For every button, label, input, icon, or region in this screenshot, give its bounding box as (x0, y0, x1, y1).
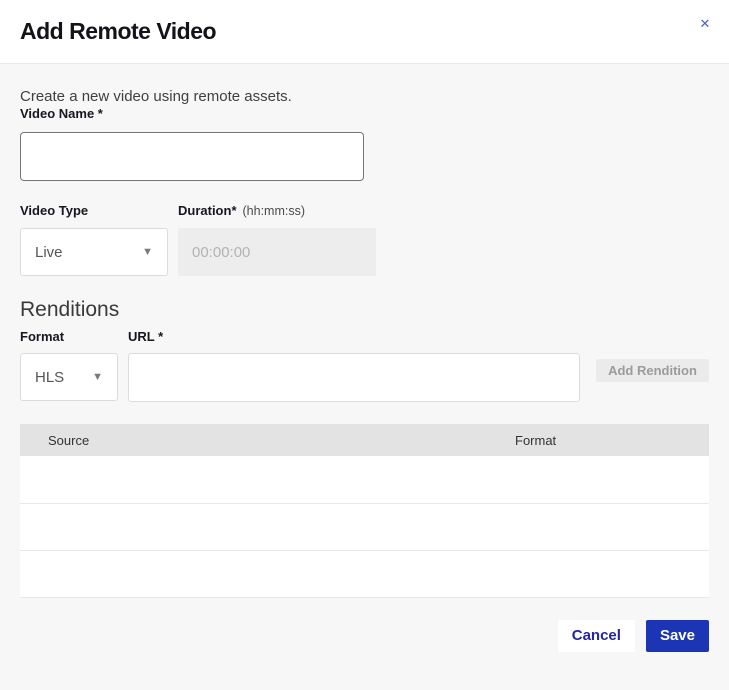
column-header-format: Format (515, 424, 709, 456)
rendition-labels-row: Format URL * (20, 329, 709, 344)
duration-field: Duration*(hh:mm:ss) (178, 203, 376, 276)
table-row (20, 503, 709, 550)
add-rendition-button[interactable]: Add Rendition (596, 359, 709, 382)
duration-hint: (hh:mm:ss) (243, 204, 306, 218)
table-header-row: Source Format (20, 424, 709, 456)
duration-label: Duration*(hh:mm:ss) (178, 203, 376, 219)
video-type-field: Video Type Live ▼ (20, 203, 168, 276)
save-button[interactable]: Save (646, 620, 709, 652)
format-select[interactable]: HLS ▼ (20, 353, 118, 401)
video-name-label: Video Name * (20, 106, 103, 121)
close-button[interactable]: ✕ (696, 14, 714, 32)
cancel-button[interactable]: Cancel (558, 620, 635, 652)
table-row (20, 456, 709, 503)
modal-header: Add Remote Video ✕ (0, 0, 729, 64)
video-type-label: Video Type (20, 203, 168, 219)
duration-input (178, 228, 376, 276)
format-selected-value: HLS (35, 369, 64, 386)
chevron-down-icon: ▼ (92, 371, 103, 383)
chevron-down-icon: ▼ (142, 246, 153, 258)
column-header-source: Source (20, 424, 515, 456)
type-duration-row: Video Type Live ▼ Duration*(hh:mm:ss) (20, 203, 709, 276)
renditions-table: Source Format (20, 424, 709, 598)
close-icon: ✕ (700, 17, 711, 30)
video-name-input[interactable] (20, 132, 364, 181)
modal-body: Create a new video using remote assets. … (0, 64, 729, 690)
add-remote-video-modal: Add Remote Video ✕ Create a new video us… (0, 0, 729, 690)
url-label: URL * (128, 329, 163, 344)
modal-footer: Cancel Save (20, 620, 709, 652)
video-type-select[interactable]: Live ▼ (20, 228, 168, 276)
modal-title: Add Remote Video (20, 18, 216, 45)
rendition-input-row: HLS ▼ Add Rendition (20, 353, 709, 402)
renditions-heading: Renditions (20, 298, 709, 322)
table-row (20, 550, 709, 597)
format-label: Format (20, 329, 128, 344)
modal-description: Create a new video using remote assets. (20, 88, 709, 105)
url-input[interactable] (128, 353, 580, 402)
video-type-selected-value: Live (35, 244, 63, 261)
